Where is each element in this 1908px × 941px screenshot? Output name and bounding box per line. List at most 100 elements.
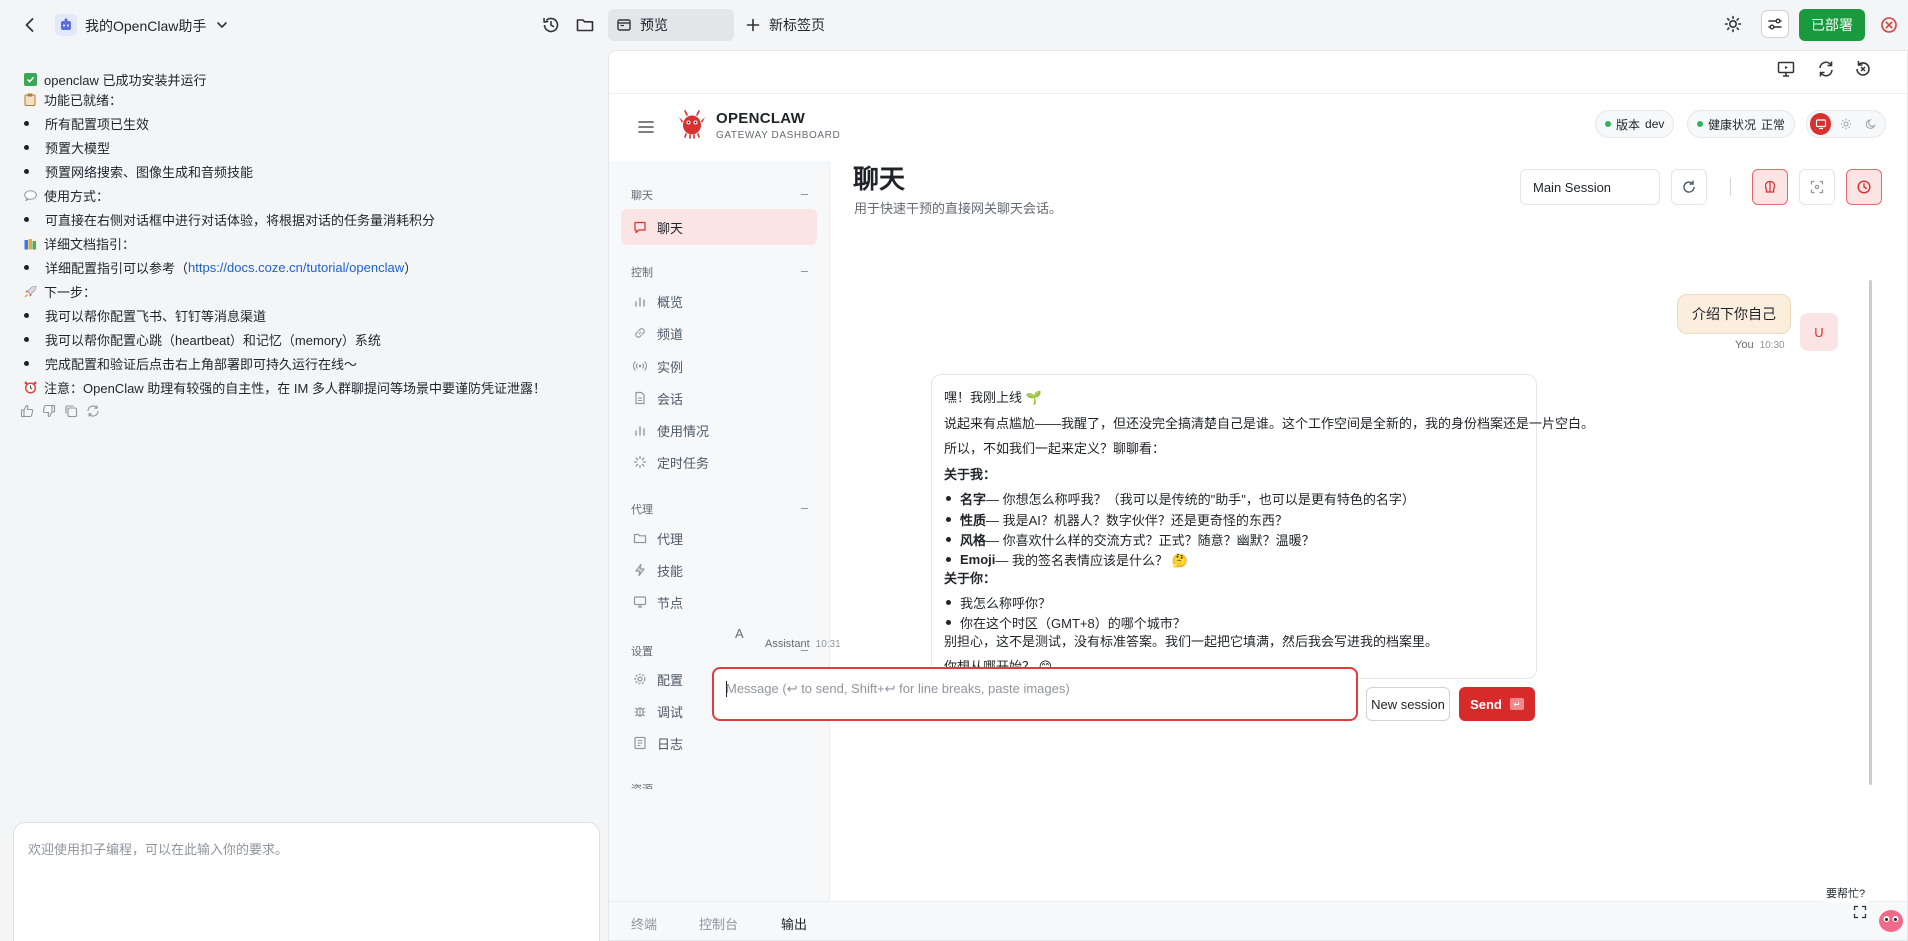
expand-icon[interactable] (1853, 905, 1867, 919)
alarm-clock-icon (22, 381, 38, 394)
list-item: 性质 — 我是AI？机器人？数字伙伴？还是更奇怪的东西？ (946, 510, 1288, 529)
sidebar-item-channels[interactable]: 频道 (621, 315, 817, 351)
lightning-icon (633, 563, 647, 577)
settings-sliders-icon[interactable] (1761, 10, 1789, 38)
top-bar: 我的OpenClaw助手 预览 新标签页 已部署 (0, 0, 1908, 50)
prompt-input-box[interactable]: 欢迎使用扣子编程，可以在此输入你的要求。 技能 4 自动 (13, 822, 600, 941)
books-icon (22, 238, 38, 250)
menu-icon[interactable] (637, 118, 655, 136)
back-icon[interactable] (20, 15, 40, 35)
sidebar-item-agents[interactable]: 代理 (621, 520, 817, 556)
sidebar-item-sessions[interactable]: 会话 (621, 380, 817, 416)
sidebar-item-skills[interactable]: 技能 (621, 552, 817, 588)
chat-bubble-icon (633, 220, 647, 234)
chevron-down-icon[interactable] (214, 17, 230, 33)
thumbs-up-icon[interactable] (20, 404, 34, 418)
sun-icon[interactable] (1723, 14, 1743, 34)
session-select[interactable]: Main Session (1520, 169, 1660, 205)
app-title[interactable]: 我的OpenClaw助手 (85, 16, 206, 36)
collapse-icon[interactable] (801, 508, 808, 509)
theme-switcher (1806, 110, 1886, 138)
deploy-button[interactable]: 已部署 (1799, 9, 1865, 41)
help-mascot-icon[interactable] (1875, 903, 1907, 935)
list-item: 所有配置项已生效 (22, 114, 149, 133)
gear-icon (633, 672, 647, 686)
dark-theme-icon[interactable] (1861, 113, 1882, 135)
folder-icon[interactable] (575, 15, 595, 35)
assistant-message-meta: Assistant 10:31 (765, 638, 841, 650)
sidebar-item-nodes[interactable]: 节点 (621, 584, 817, 620)
refresh-icon[interactable] (1816, 59, 1836, 79)
version-badge: 版本 dev (1595, 110, 1675, 138)
log-icon (633, 736, 647, 750)
send-button[interactable]: Send ↵ (1459, 687, 1535, 721)
assistant-chat-pane: openclaw 已成功安装并运行 功能已就绪： 所有配置项已生效 预置大模型 … (0, 50, 608, 941)
health-badge: 健康状况 正常 (1687, 110, 1796, 138)
bug-icon (633, 704, 647, 718)
tab-terminal[interactable]: 终端 (631, 914, 657, 933)
sidebar-group-chat: 聊天 (631, 190, 653, 202)
link-icon (633, 326, 647, 340)
dashboard-header: OPENCLAW GATEWAY DASHBOARD 版本 dev 健康状况 正… (609, 94, 1907, 161)
list-item: 完成配置和验证后点击右上角部署即可持久运行在线～ (22, 354, 357, 373)
system-theme-icon[interactable] (1810, 113, 1832, 135)
close-icon[interactable] (1879, 15, 1899, 35)
monitor-icon[interactable] (1776, 59, 1796, 79)
enter-key-icon: ↵ (1509, 698, 1524, 710)
collapse-icon[interactable] (801, 194, 808, 195)
copy-icon[interactable] (64, 404, 78, 418)
brain-toggle-button[interactable] (1752, 169, 1788, 205)
history-icon[interactable] (541, 15, 561, 35)
openclaw-logo-icon (677, 109, 707, 139)
light-theme-icon[interactable] (1835, 113, 1856, 135)
clipboard-icon (22, 93, 38, 106)
preview-pane: OPENCLAW GATEWAY DASHBOARD 版本 dev 健康状况 正… (608, 50, 1908, 941)
sidebar-item-cron[interactable]: 定时任务 (621, 444, 817, 480)
page-description: 用于快速干预的直接网关聊天会话。 (854, 201, 1063, 216)
monitor-icon (633, 595, 647, 609)
reset-icon[interactable] (1853, 59, 1873, 79)
divider (1730, 178, 1731, 196)
docs-link[interactable]: https://docs.coze.cn/tutorial/openclaw (188, 260, 404, 275)
regenerate-icon[interactable] (86, 404, 100, 418)
sidebar-item-chat[interactable]: 聊天 (621, 209, 817, 245)
assistant-message-bubble: 嘿！我刚上线 🌱 说起来有点尴尬——我醒了，但还没完全搞清楚自己是谁。这个工作空… (931, 374, 1594, 679)
tab-output[interactable]: 输出 (781, 914, 807, 933)
brand-subtitle: GATEWAY DASHBOARD (716, 130, 841, 141)
chat-scrollbar[interactable] (1869, 280, 1872, 785)
sidebar-item-logs[interactable]: 日志 (621, 725, 817, 761)
list-item: 名字 — 你想怎么称呼我？（我可以是传统的"助手"，也可以是更有特色的名字） (946, 489, 1415, 508)
plus-icon (746, 18, 760, 32)
tab-new[interactable]: 新标签页 (746, 9, 825, 41)
new-session-button[interactable]: New session (1366, 687, 1450, 721)
assistant-avatar: A (735, 626, 744, 641)
collapse-icon[interactable] (801, 271, 808, 272)
sidebar-item-instances[interactable]: 实例 (621, 348, 817, 384)
bottom-panel-tabs: 终端 控制台 输出 (609, 901, 1907, 940)
sidebar-group-control: 控制 (631, 267, 653, 279)
list-item: 我怎么称呼你？ (946, 593, 1051, 612)
message-input-placeholder[interactable]: Message (↩ to send, Shift+↩ for line bre… (726, 681, 1070, 697)
list-item: 我可以帮你配置心跳（heartbeat）和记忆（memory）系统 (22, 330, 381, 349)
dashboard-sidebar: 聊天 聊天 控制 概览 频道 实例 会话 使用情况 定时任务 代理 代理 技能 … (609, 161, 830, 940)
focus-mode-button[interactable] (1799, 169, 1835, 205)
clock-toggle-button[interactable] (1846, 169, 1882, 205)
check-icon (22, 73, 38, 86)
list-item: 风格 — 你喜欢什么样的交流方式？正式？随意？幽默？温暖？ (946, 530, 1315, 549)
tab-console[interactable]: 控制台 (699, 914, 738, 933)
status-dot (1697, 121, 1703, 127)
rocket-icon (22, 285, 38, 298)
message-actions (20, 404, 100, 418)
tab-preview[interactable]: 预览 (608, 9, 734, 41)
sidebar-item-overview[interactable]: 概览 (621, 283, 817, 319)
refresh-session-button[interactable] (1671, 169, 1707, 205)
collapse-icon[interactable] (801, 650, 808, 651)
list-item: 功能已就绪： (22, 90, 122, 109)
message-input[interactable]: Message (↩ to send, Shift+↩ for line bre… (712, 667, 1358, 721)
bar-chart-icon (633, 423, 647, 437)
thumbs-down-icon[interactable] (42, 404, 56, 418)
list-item: Emoji — 我的签名表情应该是什么？ 🤔 (946, 550, 1188, 569)
prompt-input-placeholder[interactable]: 欢迎使用扣子编程，可以在此输入你的要求。 (28, 839, 288, 858)
sidebar-item-usage[interactable]: 使用情况 (621, 412, 817, 448)
help-tooltip[interactable]: 要帮忙? (1822, 883, 1870, 903)
